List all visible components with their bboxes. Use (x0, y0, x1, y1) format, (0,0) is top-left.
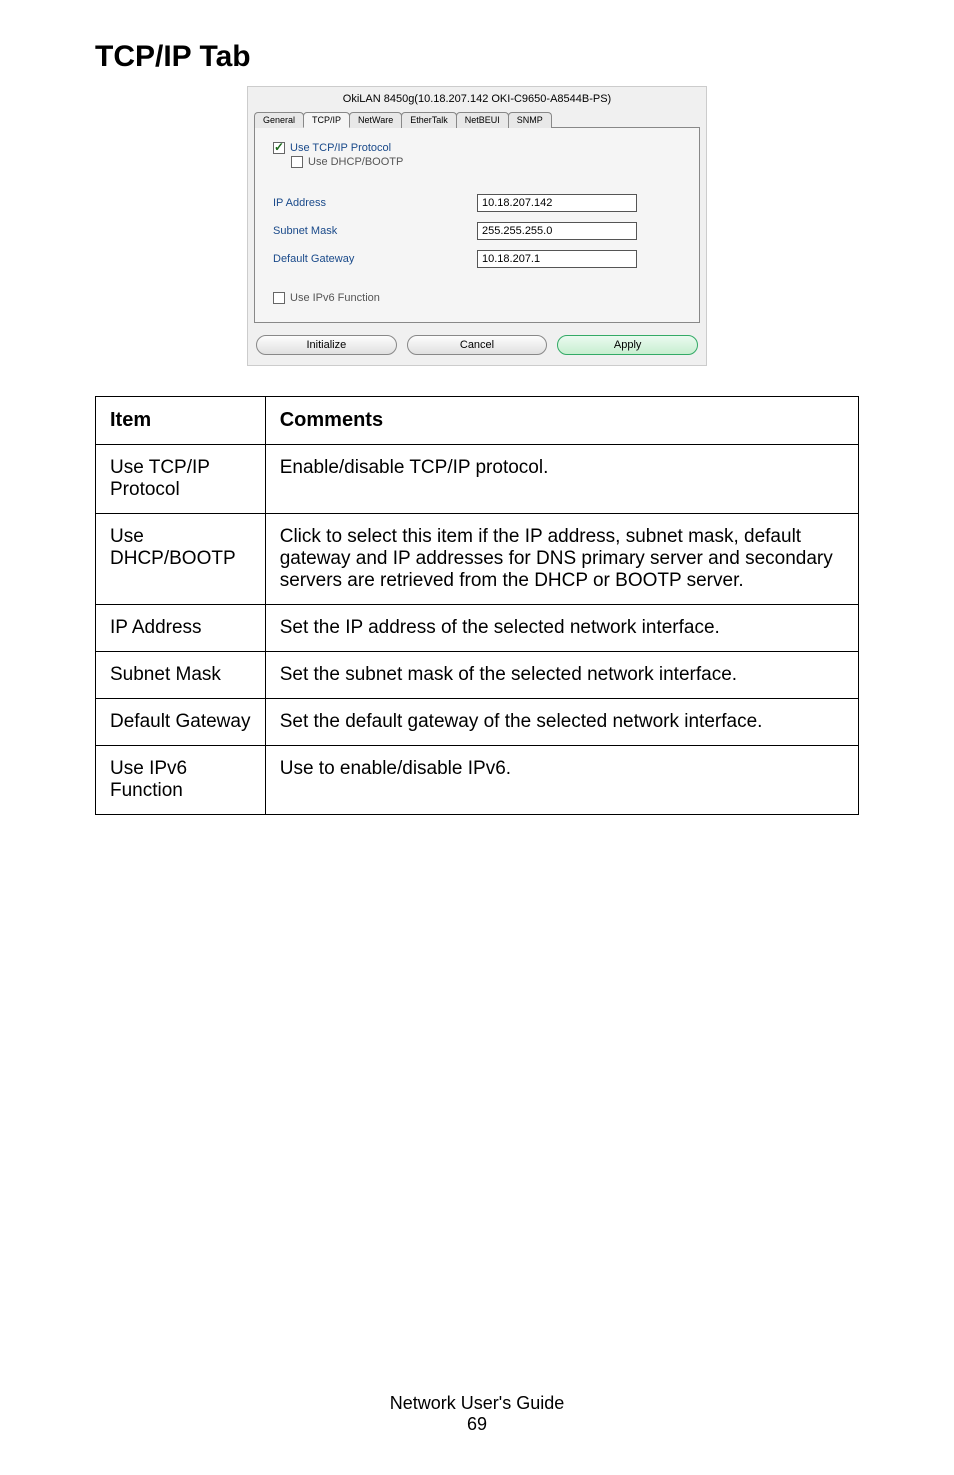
table-cell-item: Default Gateway (96, 699, 266, 746)
footer-title: Network User's Guide (0, 1393, 954, 1414)
tab-panel: Use TCP/IP Protocol Use DHCP/BOOTP IP Ad… (254, 127, 700, 323)
table-cell-comment: Set the subnet mask of the selected netw… (265, 652, 858, 699)
table-cell-comment: Click to select this item if the IP addr… (265, 514, 858, 605)
use-tcpip-row[interactable]: Use TCP/IP Protocol (273, 142, 681, 154)
apply-button[interactable]: Apply (557, 335, 698, 355)
ip-address-label: IP Address (273, 197, 477, 209)
ip-address-input[interactable]: 10.18.207.142 (477, 194, 637, 212)
table-row: Subnet Mask Set the subnet mask of the s… (96, 652, 859, 699)
table-head-comments: Comments (265, 397, 858, 445)
tab-strip: General TCP/IP NetWare EtherTalk NetBEUI… (254, 111, 700, 127)
table-cell-comment: Use to enable/disable IPv6. (265, 746, 858, 815)
table-cell-item: Use IPv6 Function (96, 746, 266, 815)
page-footer: Network User's Guide 69 (0, 1393, 954, 1435)
table-row: Use TCP/IP Protocol Enable/disable TCP/I… (96, 445, 859, 514)
checkbox-icon[interactable] (291, 156, 303, 168)
use-dhcp-label: Use DHCP/BOOTP (308, 156, 403, 168)
subnet-mask-input[interactable]: 255.255.255.0 (477, 222, 637, 240)
table-head-item: Item (96, 397, 266, 445)
page-title: TCP/IP Tab (95, 40, 859, 74)
initialize-button[interactable]: Initialize (256, 335, 397, 355)
table-row: Default Gateway Set the default gateway … (96, 699, 859, 746)
dialog-window: OkiLAN 8450g(10.18.207.142 OKI-C9650-A85… (247, 86, 707, 366)
table-cell-item: Use DHCP/BOOTP (96, 514, 266, 605)
table-cell-item: IP Address (96, 605, 266, 652)
default-gateway-input[interactable]: 10.18.207.1 (477, 250, 637, 268)
checkbox-icon[interactable] (273, 142, 285, 154)
default-gateway-label: Default Gateway (273, 253, 477, 265)
tab-netbeui[interactable]: NetBEUI (456, 112, 509, 128)
subnet-mask-label: Subnet Mask (273, 225, 477, 237)
info-table: Item Comments Use TCP/IP Protocol Enable… (95, 396, 859, 815)
table-row: Use IPv6 Function Use to enable/disable … (96, 746, 859, 815)
tab-general[interactable]: General (254, 112, 304, 128)
table-cell-comment: Set the default gateway of the selected … (265, 699, 858, 746)
table-row: Use DHCP/BOOTP Click to select this item… (96, 514, 859, 605)
dialog-title: OkiLAN 8450g(10.18.207.142 OKI-C9650-A85… (248, 91, 706, 111)
use-ipv6-row[interactable]: Use IPv6 Function (273, 292, 681, 304)
table-row: IP Address Set the IP address of the sel… (96, 605, 859, 652)
tab-ethertalk[interactable]: EtherTalk (401, 112, 457, 128)
checkbox-icon[interactable] (273, 292, 285, 304)
use-ipv6-label: Use IPv6 Function (290, 292, 380, 304)
use-tcpip-label: Use TCP/IP Protocol (290, 142, 391, 154)
tab-snmp[interactable]: SNMP (508, 112, 552, 128)
tab-tcpip[interactable]: TCP/IP (303, 112, 350, 128)
table-cell-item: Subnet Mask (96, 652, 266, 699)
button-row: Initialize Cancel Apply (248, 329, 706, 365)
table-cell-item: Use TCP/IP Protocol (96, 445, 266, 514)
dialog-screenshot: OkiLAN 8450g(10.18.207.142 OKI-C9650-A85… (95, 86, 859, 366)
use-dhcp-row[interactable]: Use DHCP/BOOTP (291, 156, 681, 168)
table-cell-comment: Enable/disable TCP/IP protocol. (265, 445, 858, 514)
tab-netware[interactable]: NetWare (349, 112, 402, 128)
table-cell-comment: Set the IP address of the selected netwo… (265, 605, 858, 652)
cancel-button[interactable]: Cancel (407, 335, 548, 355)
footer-page-number: 69 (0, 1414, 954, 1435)
